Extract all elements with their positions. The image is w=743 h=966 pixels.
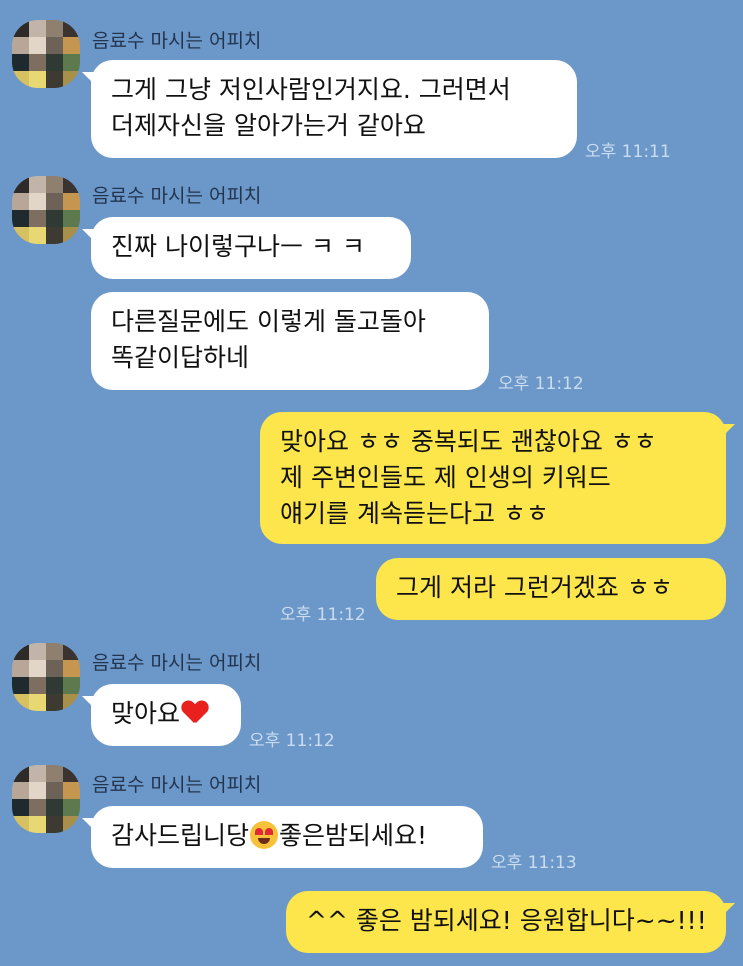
incoming-message[interactable]: 맞아요: [82, 684, 241, 746]
message-line: 그게 저라 그런거겠죠 ㅎㅎ: [396, 573, 673, 602]
sender-name: 음료수 마시는 어피치: [92, 30, 262, 52]
message-time: 오후 11:12: [280, 605, 366, 625]
sender-avatar[interactable]: [12, 643, 80, 711]
sender-avatar[interactable]: [12, 176, 80, 244]
message-line: 제 주변인들도 제 인생의 키워드: [280, 463, 611, 492]
message-time: 오후 11:11: [585, 142, 671, 162]
message-time: 오후 11:12: [249, 731, 335, 751]
incoming-message[interactable]: 감사드립니당 좋은밤되세요!: [82, 806, 483, 868]
message-text: 좋은밤되세요!: [279, 821, 428, 850]
incoming-message[interactable]: 진짜 나이렇구나ㅡ ㅋ ㅋ: [82, 217, 411, 279]
heart-eyes-emoji-icon: [250, 821, 279, 849]
message-line: 똑같이답하네: [111, 343, 250, 372]
message-time: 오후 11:12: [498, 374, 584, 394]
outgoing-message[interactable]: 그게 저라 그런거겠죠 ㅎㅎ: [376, 558, 726, 620]
sender-avatar[interactable]: [12, 765, 80, 833]
outgoing-message[interactable]: 맞아요 ㅎㅎ 중복되도 괜찮아요 ㅎㅎ 제 주변인들도 제 인생의 키워드 얘기…: [260, 412, 735, 544]
message-text: 맞아요: [111, 699, 181, 728]
message-line: 그게 그냥 저인사람인거지요. 그러면서: [111, 75, 511, 104]
incoming-message[interactable]: 다른질문에도 이렇게 돌고돌아 똑같이답하네: [91, 292, 489, 390]
message-line: 다른질문에도 이렇게 돌고돌아: [111, 307, 426, 336]
message-line: 얘기를 계속듣는다고 ㅎㅎ: [280, 499, 549, 528]
message-time: 오후 11:13: [491, 853, 577, 873]
sender-name: 음료수 마시는 어피치: [92, 774, 262, 796]
message-line: 맞아요 ㅎㅎ 중복되도 괜찮아요 ㅎㅎ: [280, 427, 657, 456]
message-line: 더제자신을 알아가는거 같아요: [111, 111, 426, 140]
incoming-message[interactable]: 그게 그냥 저인사람인거지요. 그러면서 더제자신을 알아가는거 같아요: [82, 60, 577, 158]
message-line: 진짜 나이렇구나ㅡ ㅋ ㅋ: [111, 232, 365, 261]
sender-name: 음료수 마시는 어피치: [92, 652, 262, 674]
outgoing-message[interactable]: ^^ 좋은 밤되세요! 응원합니다~~!!!: [286, 891, 735, 953]
sender-avatar[interactable]: [12, 20, 80, 88]
heart-emoji-icon: [182, 701, 208, 725]
message-text: 감사드립니당: [111, 821, 250, 850]
message-line: ^^ 좋은 밤되세요! 응원합니다~~!!!: [306, 906, 707, 935]
sender-name: 음료수 마시는 어피치: [92, 185, 262, 207]
